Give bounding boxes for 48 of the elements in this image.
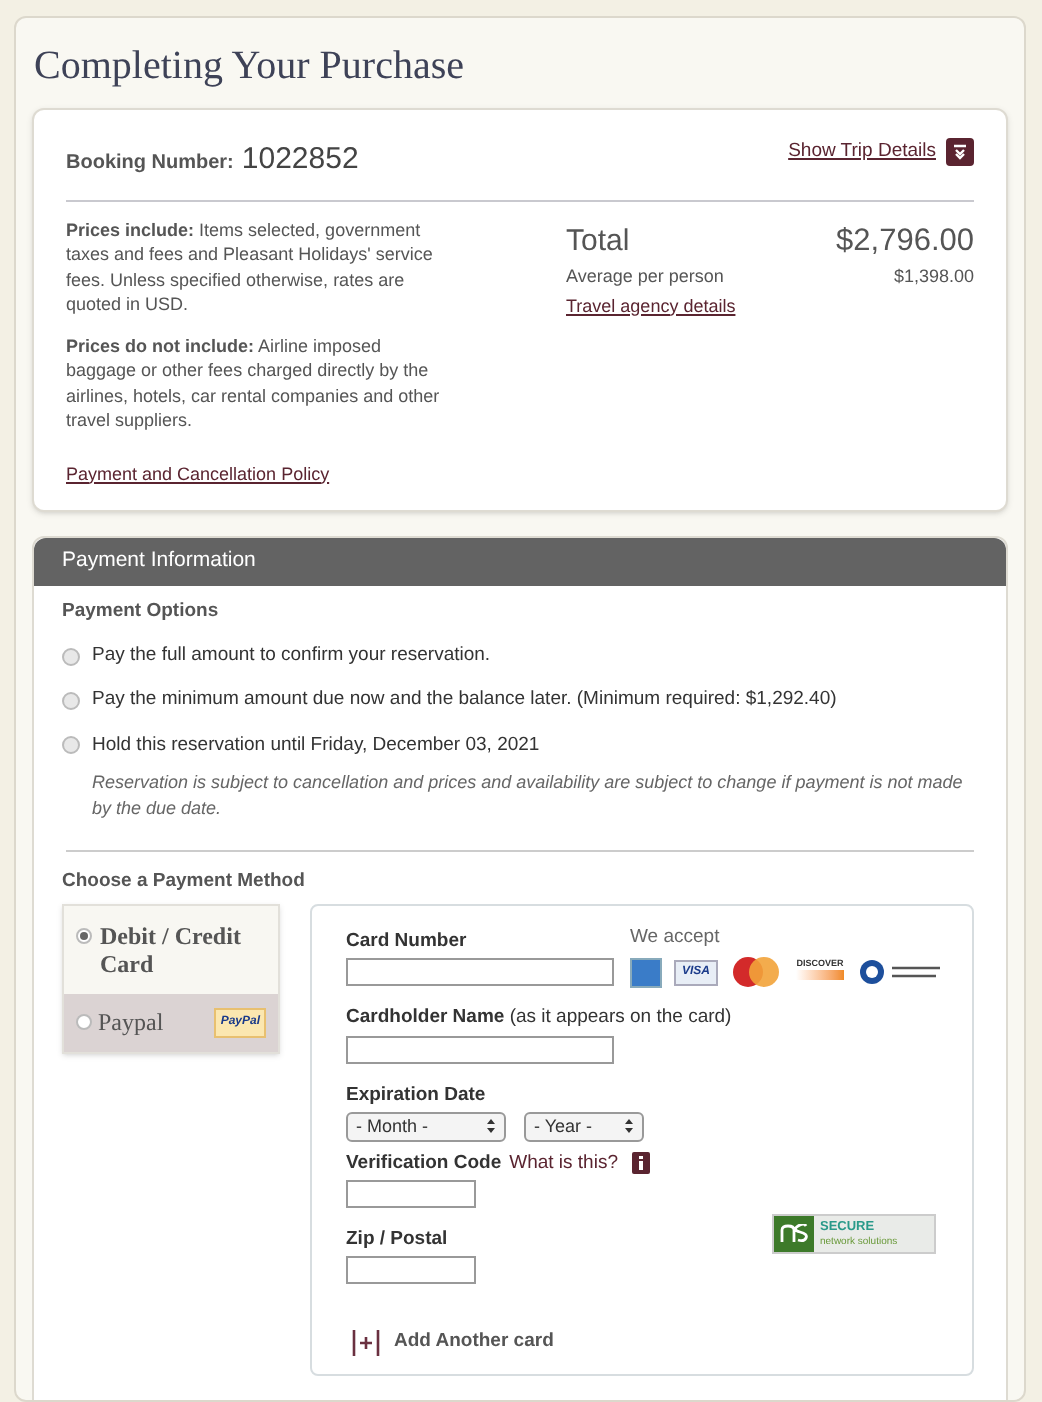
plus-icon bbox=[352, 1329, 380, 1356]
section-header: Payment Information bbox=[34, 538, 1006, 586]
prices-exclude-text: Prices do not include: Airline imposed baggage or other fees charged directly by the airlines, hotels, car rental companies and other travel suppliers. bbox=[66, 333, 442, 433]
section-subtitle: Choose a Payment Method bbox=[62, 867, 307, 896]
expand-icon[interactable] bbox=[946, 138, 974, 167]
mastercard-logo-icon bbox=[730, 956, 782, 989]
text-field[interactable] bbox=[346, 1256, 476, 1285]
average-amount: $1,398.00 bbox=[893, 264, 974, 290]
booking-number: 1022852 bbox=[241, 140, 359, 180]
field-label: Expiration Date bbox=[346, 1081, 486, 1109]
average-label: Average per person bbox=[566, 264, 724, 290]
field-label: Verification Code bbox=[346, 1149, 502, 1178]
total-label: Total bbox=[566, 221, 630, 261]
booking-label: Booking Number: bbox=[66, 150, 234, 178]
card-logo-icon bbox=[630, 957, 662, 988]
radio-button[interactable] bbox=[76, 928, 92, 944]
dropdown-arrows-icon bbox=[624, 1118, 634, 1135]
payment-method-tab[interactable]: Debit / Credit Card bbox=[64, 906, 278, 994]
field-label: Cardholder Name (as it appears on the card) bbox=[346, 1004, 732, 1033]
prices-include-text: Prices include: Items selected, government taxes and fees and Pleasant Holidays' service fees. Unless specified otherwise, rates are quoted in USD. bbox=[66, 217, 435, 317]
text-field[interactable] bbox=[346, 1035, 614, 1063]
seal-emblem-icon bbox=[774, 1216, 814, 1252]
travel-agency-link[interactable]: Travel agency details bbox=[566, 293, 974, 320]
dropdown-arrows-icon bbox=[486, 1118, 496, 1135]
help-link[interactable]: What is this? bbox=[509, 1149, 618, 1178]
diners-club-logo-icon bbox=[858, 958, 946, 987]
radio-option[interactable]: Hold this reservation until Friday, December 03, 2021 bbox=[62, 731, 978, 760]
section-subtitle: Payment Options bbox=[62, 597, 221, 626]
radio-button[interactable] bbox=[62, 647, 80, 666]
field-label: Card Number bbox=[346, 928, 467, 956]
text-field[interactable] bbox=[346, 1180, 476, 1208]
add-card-link[interactable]: Add Another card bbox=[352, 1328, 554, 1357]
radio-button[interactable] bbox=[62, 691, 80, 710]
accepted-cards-label: We accept bbox=[630, 924, 722, 952]
field-label: Zip / Postal bbox=[346, 1226, 448, 1254]
radio-option[interactable]: Pay the full amount to confirm your reservation. bbox=[62, 642, 978, 671]
policy-link[interactable]: Payment and Cancellation Policy bbox=[66, 461, 446, 486]
show-trip-details-link[interactable]: Show Trip Details bbox=[788, 138, 936, 167]
radio-button[interactable] bbox=[62, 736, 80, 755]
total-amount: $2,796.00 bbox=[836, 221, 974, 261]
info-icon[interactable] bbox=[632, 1152, 650, 1175]
page-title: Completing Your Purchase bbox=[34, 42, 466, 90]
radio-option[interactable]: Pay the minimum amount due now and the balance later. (Minimum required: $1,292.40) bbox=[62, 686, 978, 715]
radio-button[interactable] bbox=[76, 1014, 92, 1030]
dropdown[interactable]: - Month - bbox=[346, 1111, 506, 1142]
text-field[interactable] bbox=[346, 958, 614, 987]
dropdown[interactable]: - Year - bbox=[524, 1111, 644, 1142]
disclaimer-text: Reservation is subject to cancellation and prices and availability are subject to change if payment is not made by the due date. bbox=[92, 769, 965, 822]
